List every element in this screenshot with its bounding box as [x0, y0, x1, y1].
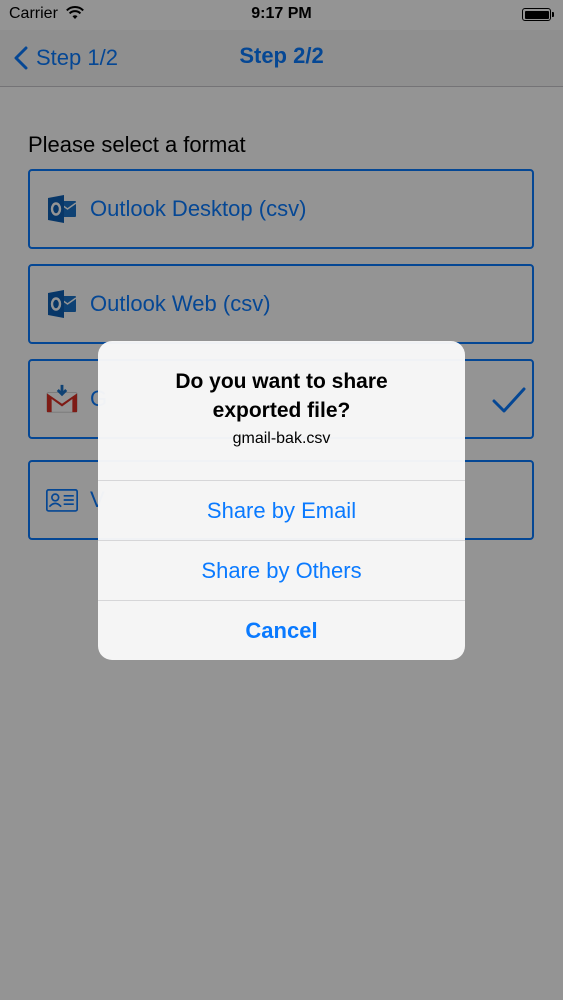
- alert-title: Do you want to share exported file?: [118, 367, 445, 425]
- share-by-others-button[interactable]: Share by Others: [98, 540, 465, 600]
- share-alert-dialog: Do you want to share exported file? gmai…: [98, 341, 465, 660]
- alert-title-line: exported file?: [212, 399, 351, 422]
- share-by-email-button[interactable]: Share by Email: [98, 480, 465, 540]
- alert-title-line: Do you want to share: [175, 370, 388, 393]
- cancel-button[interactable]: Cancel: [98, 600, 465, 660]
- alert-message: gmail-bak.csv: [232, 430, 331, 447]
